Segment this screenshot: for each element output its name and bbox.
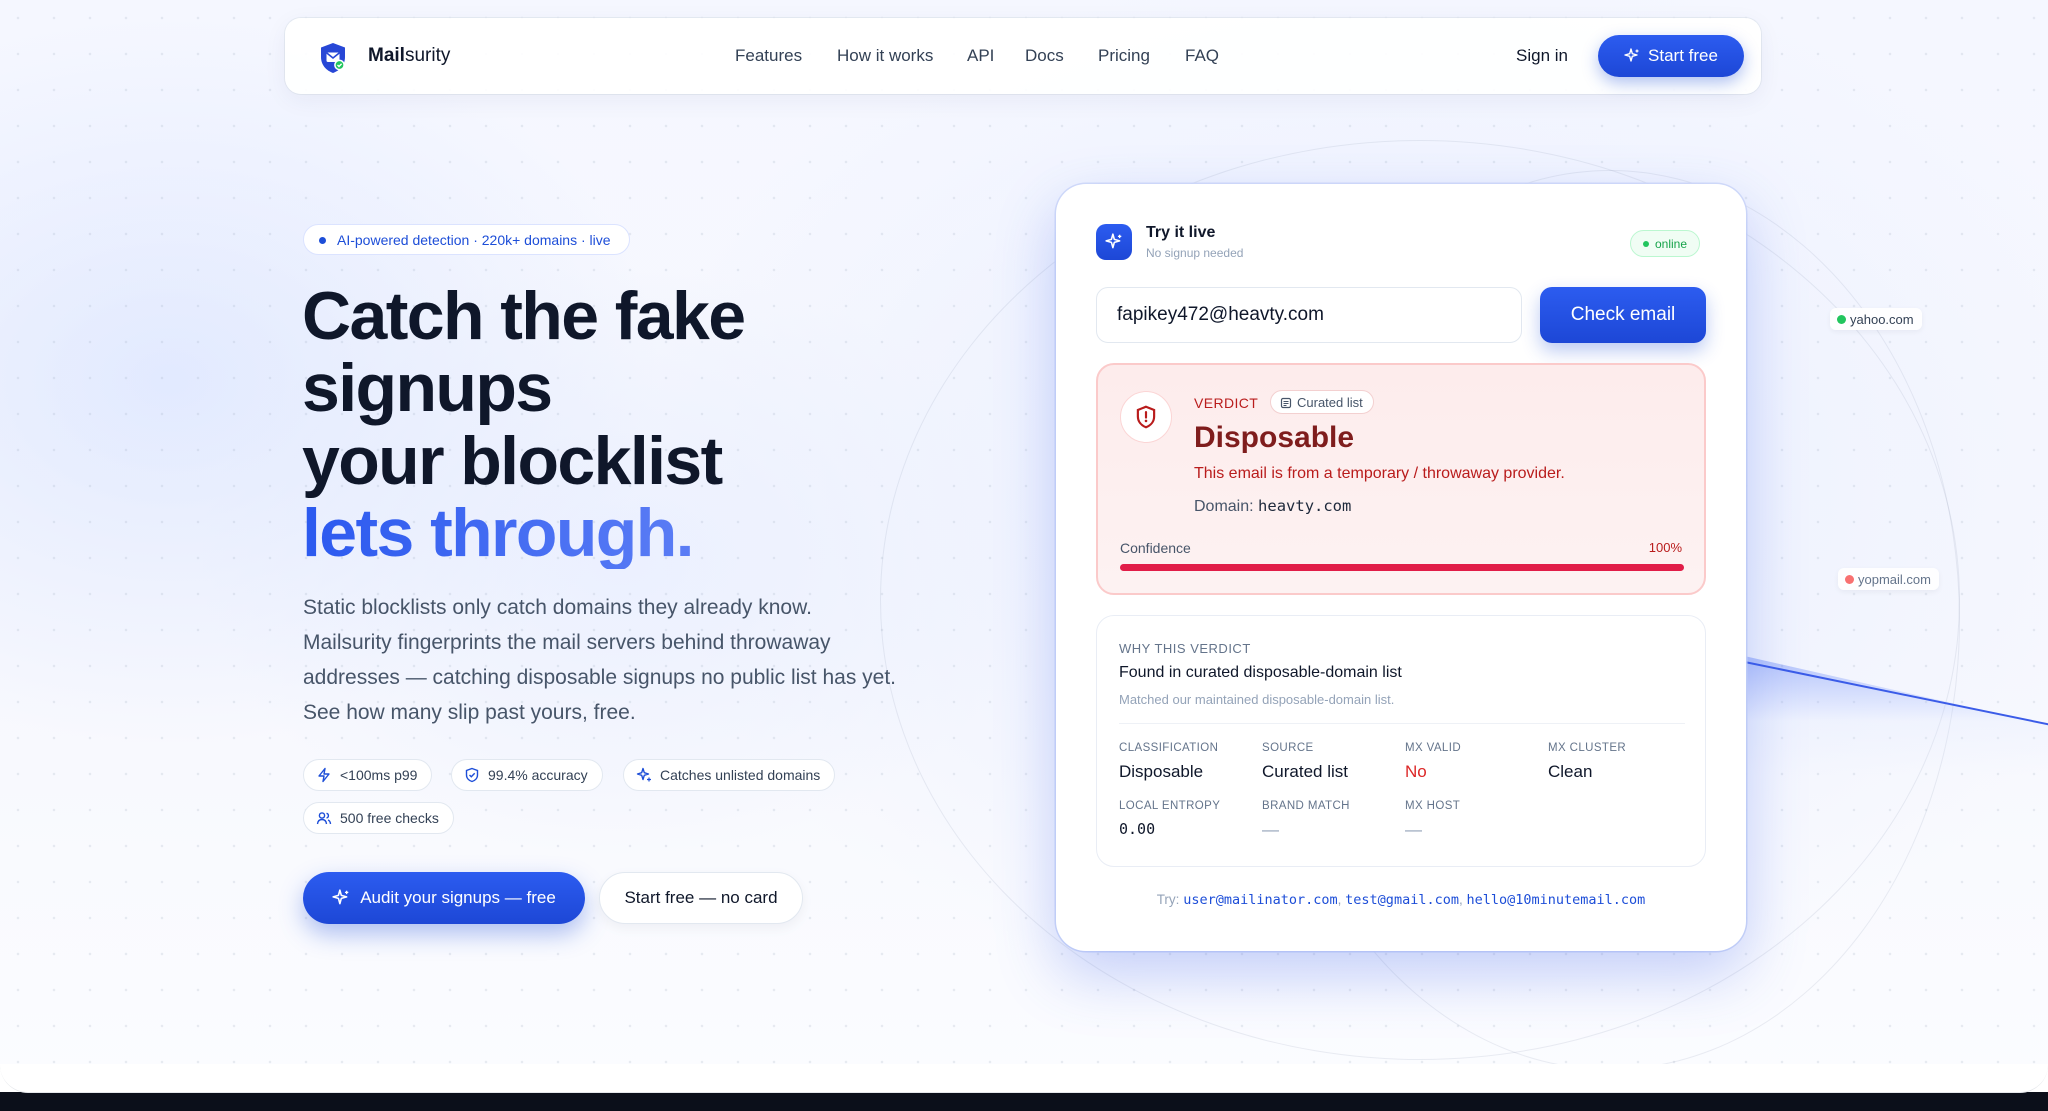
pill-text: AI-powered detection · 220k+ domains · l… — [337, 231, 611, 248]
page-bottom-edge — [0, 1064, 2048, 1111]
why-heading: WHY THIS VERDICT — [1119, 641, 1251, 656]
why-detail: Matched our maintained disposable-domain… — [1119, 692, 1395, 707]
floating-domain-tag: yahoo.com — [1830, 308, 1922, 330]
stat-key-source: SOURCE — [1262, 742, 1314, 754]
shield-check-icon — [465, 767, 479, 783]
try-it-live-card: Try it live No signup needed online Chec… — [1056, 184, 1746, 951]
verdict-description: This email is from a temporary / throwaw… — [1194, 465, 1565, 482]
start-free-label: Start free — [1648, 46, 1718, 65]
list-icon — [1280, 397, 1292, 409]
chip-accuracy: 99.4% accuracy — [451, 759, 603, 791]
sparkle-icon — [636, 767, 651, 782]
floating-domain-name: yopmail.com — [1858, 571, 1931, 587]
status-dot — [1845, 575, 1854, 584]
domain-value: heavty.com — [1258, 497, 1352, 515]
why-verdict-panel: WHY THIS VERDICT Found in curated dispos… — [1096, 615, 1706, 867]
stat-value-mx-cluster: Clean — [1548, 762, 1593, 781]
headline-accent: lets through. — [302, 495, 695, 571]
stat-value-mx-host: — — [1405, 820, 1422, 839]
stat-key-mx-cluster: MX CLUSTER — [1548, 742, 1627, 754]
stat-key-mx-valid: MX VALID — [1405, 742, 1462, 754]
sparkle-icon — [1096, 224, 1132, 260]
audit-signups-button[interactable]: Audit your signups — free — [303, 872, 585, 924]
start-free-button[interactable]: Start free — [1598, 35, 1744, 77]
status-dot — [1837, 315, 1846, 324]
lightning-icon — [318, 767, 330, 783]
chip-unlisted: Catches unlisted domains — [623, 759, 836, 791]
stat-key-classification: CLASSIFICATION — [1119, 742, 1219, 754]
confidence-bar — [1120, 564, 1684, 571]
stat-key-local-entropy: LOCAL ENTROPY — [1119, 800, 1221, 812]
headline-line-1: Catch the fake — [302, 278, 746, 354]
verdict-domain: Domain: heavty.com — [1194, 497, 1351, 516]
why-main-reason: Found in curated disposable-domain list — [1119, 664, 1402, 681]
top-navbar: Mailsurity Features How it works API Doc… — [285, 18, 1761, 94]
chip-label: 500 free checks — [340, 810, 439, 826]
nav-link-docs[interactable]: Docs — [1025, 46, 1064, 66]
start-free-no-card-label: Start free — no card — [624, 888, 778, 907]
feature-pill: AI-powered detection · 220k+ domains · l… — [303, 224, 630, 255]
sparkle-icon — [332, 889, 349, 905]
separator: , — [1337, 892, 1342, 907]
shield-logo-icon[interactable] — [315, 40, 351, 76]
example-email-link[interactable]: user@mailinator.com — [1183, 892, 1337, 908]
brand-name[interactable]: Mailsurity — [368, 45, 450, 67]
sign-in-link[interactable]: Sign in — [1516, 46, 1568, 66]
stat-value-mx-valid: No — [1405, 762, 1427, 781]
verdict-panel: VERDICT Curated list Disposable This ema… — [1096, 363, 1706, 595]
chip-label: Catches unlisted domains — [660, 767, 821, 783]
floating-domain-tag: yopmail.com — [1838, 568, 1939, 590]
card-subtitle: No signup needed — [1146, 246, 1244, 260]
source-badge-label: Curated list — [1297, 394, 1363, 410]
verdict-result: Disposable — [1194, 421, 1355, 454]
domain-label: Domain: — [1194, 498, 1254, 515]
nav-link-api[interactable]: API — [967, 46, 994, 66]
example-email-link[interactable]: test@gmail.com — [1345, 892, 1459, 908]
start-free-no-card-button[interactable]: Start free — no card — [599, 872, 803, 924]
check-email-button[interactable]: Check email — [1540, 287, 1706, 343]
stat-value-classification: Disposable — [1119, 762, 1204, 781]
divider — [1119, 723, 1685, 724]
page-background: Mailsurity Features How it works API Doc… — [0, 0, 2048, 1092]
chip-label: <100ms p99 — [340, 767, 418, 783]
stat-key-brand-match: BRAND MATCH — [1262, 800, 1350, 812]
email-input[interactable] — [1096, 287, 1522, 343]
nav-link-how-it-works[interactable]: How it works — [837, 46, 933, 66]
separator: , — [1458, 892, 1463, 907]
confidence-bar-fill — [1120, 564, 1684, 571]
nav-link-pricing[interactable]: Pricing — [1098, 46, 1150, 66]
stat-key-mx-host: MX HOST — [1405, 800, 1461, 812]
pill-dot — [319, 237, 326, 244]
audit-signups-label: Audit your signups — free — [360, 888, 556, 907]
sparkle-icon — [1624, 48, 1639, 62]
chip-latency: <100ms p99 — [303, 759, 433, 791]
floating-domain-name: yahoo.com — [1850, 311, 1914, 327]
nav-link-features[interactable]: Features — [735, 46, 802, 66]
example-email-link[interactable]: hello@10minutemail.com — [1467, 892, 1646, 908]
source-badge: Curated list — [1270, 390, 1374, 414]
online-status-badge: online — [1630, 230, 1701, 257]
users-icon — [316, 812, 332, 825]
stat-value-brand-match: — — [1262, 820, 1279, 839]
example-emails-row: Try: user@mailinator.com, test@gmail.com… — [1056, 892, 1746, 908]
nav-link-faq[interactable]: FAQ — [1185, 46, 1219, 66]
stat-value-local-entropy: 0.00 — [1119, 820, 1156, 838]
verdict-label: VERDICT — [1194, 395, 1259, 411]
card-title: Try it live — [1146, 224, 1216, 241]
headline-line-3: your blocklist — [302, 423, 723, 499]
hero-description: Static blocklists only catch domains the… — [303, 596, 897, 724]
status-dot — [1643, 241, 1649, 247]
stat-value-source: Curated list — [1262, 762, 1348, 781]
shield-alert-icon — [1120, 391, 1172, 443]
status-text: online — [1655, 236, 1688, 251]
chip-free-checks: 500 free checks — [303, 802, 454, 834]
headline-line-2: signups — [302, 350, 553, 426]
chip-label: 99.4% accuracy — [488, 767, 588, 783]
confidence-value: 100% — [1648, 540, 1682, 555]
try-label: Try: — [1156, 892, 1180, 907]
confidence-label: Confidence — [1120, 540, 1191, 556]
